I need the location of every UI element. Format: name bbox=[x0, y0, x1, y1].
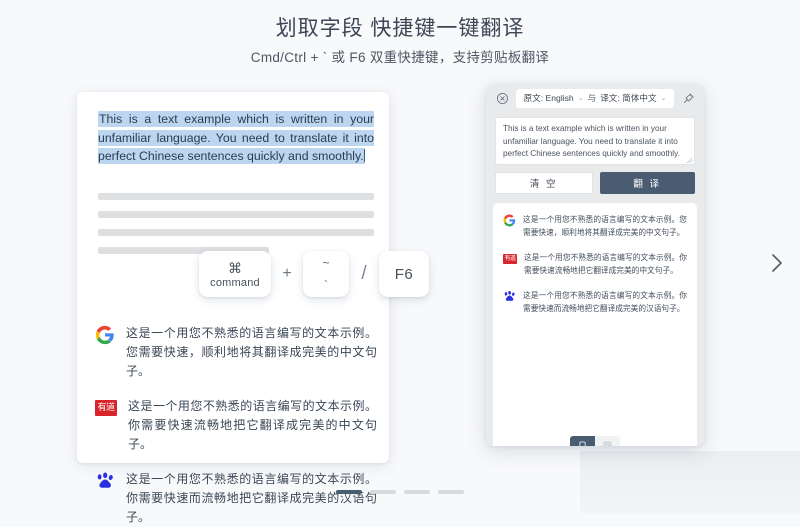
plus-separator: + bbox=[282, 265, 292, 282]
result-text: 这是一个用您不熟悉的语言编写的文本示例。您需要快速，顺利地将其翻译成完美的中文句… bbox=[126, 326, 377, 378]
key-command-label: command bbox=[210, 276, 260, 289]
baidu-logo-icon bbox=[503, 290, 516, 303]
popup-result-row-baidu: 这是一个用您不熟悉的语言编写的文本示例。你需要快速而流畅地把它翻译成完美的汉语句… bbox=[503, 290, 687, 315]
key-f6-label: F6 bbox=[394, 265, 414, 283]
popup-result-text: 这是一个用您不熟悉的语言编写的文本示例。您需要快速，顺利地将其翻译成完美的中文句… bbox=[523, 215, 687, 237]
google-logo-icon bbox=[503, 214, 516, 227]
page-subtitle: Cmd/Ctrl + ` 或 F6 双重快捷键，支持剪贴板翻译 bbox=[250, 50, 550, 65]
translate-button[interactable]: 翻 译 bbox=[599, 172, 695, 194]
language-conjunction: 与 bbox=[587, 93, 597, 103]
popup-result-text: 这是一个用您不熟悉的语言编写的文本示例。你需要快速流畅地把它翻译成完美的中文句子… bbox=[524, 253, 687, 275]
key-backtick[interactable]: ~ ` bbox=[303, 251, 349, 297]
showcase-stage: This is a text example which is written … bbox=[0, 78, 800, 524]
result-row-google: 这是一个用您不熟悉的语言编写的文本示例。您需要快速，顺利地将其翻译成完美的中文句… bbox=[95, 324, 377, 381]
popup-results-panel: 这是一个用您不熟悉的语言编写的文本示例。您需要快速，顺利地将其翻译成完美的中文句… bbox=[493, 203, 697, 446]
page-title: 划取字段 快捷键一键翻译 bbox=[275, 17, 525, 40]
source-text-input[interactable]: This is a text example which is written … bbox=[495, 117, 695, 165]
document-card: This is a text example which is written … bbox=[77, 92, 429, 524]
youdao-logo-icon: 有道 bbox=[503, 254, 517, 264]
youdao-logo-icon: 有道 bbox=[95, 400, 117, 416]
result-row-youdao: 有道 这是一个用您不熟悉的语言编写的文本示例。你需要快速流畅地把它翻译成完美的中… bbox=[95, 397, 377, 454]
key-command[interactable]: ⌘ command bbox=[199, 251, 271, 297]
popup-result-row-google: 这是一个用您不熟悉的语言编写的文本示例。您需要快速，顺利地将其翻译成完美的中文句… bbox=[503, 214, 687, 239]
popup-footer bbox=[493, 436, 697, 446]
selection-caret-end bbox=[363, 149, 365, 163]
window-icon[interactable] bbox=[595, 436, 620, 446]
translator-popup: 原文: English ⌄ 与 译文: 简体中文 ⌄ This is a tex… bbox=[486, 84, 704, 446]
popup-result-text: 这是一个用您不熟悉的语言编写的文本示例。你需要快速而流畅地把它翻译成完美的汉语句… bbox=[523, 291, 687, 313]
placeholder-line bbox=[98, 229, 374, 236]
pagination bbox=[0, 490, 800, 494]
popup-result-row-youdao: 有道 这是一个用您不熟悉的语言编写的文本示例。你需要快速流畅地把它翻译成完美的中… bbox=[503, 252, 687, 277]
placeholder-line bbox=[98, 193, 374, 200]
slash-separator: / bbox=[361, 263, 367, 284]
language-selector-bar[interactable]: 原文: English ⌄ 与 译文: 简体中文 ⌄ bbox=[516, 88, 674, 108]
result-text: 这是一个用您不熟悉的语言编写的文本示例。你需要快速而流畅地把它翻译成完美的汉语句… bbox=[126, 472, 377, 524]
pagination-dot-4[interactable] bbox=[438, 490, 464, 494]
popup-header: 原文: English ⌄ 与 译文: 简体中文 ⌄ bbox=[486, 84, 704, 112]
pagination-dot-1[interactable] bbox=[336, 490, 362, 494]
chevron-right-icon[interactable] bbox=[765, 248, 789, 278]
shortcut-key-group: ⌘ command + ~ ` / F6 bbox=[199, 251, 429, 297]
page-header: 划取字段 快捷键一键翻译 Cmd/Ctrl + ` 或 F6 双重快捷键，支持剪… bbox=[0, 0, 800, 68]
pagination-dot-2[interactable] bbox=[370, 490, 396, 494]
selection-highlight: This is a text example which is written … bbox=[98, 112, 374, 164]
command-glyph-icon: ⌘ bbox=[228, 259, 242, 276]
view-mode-toggle[interactable] bbox=[570, 436, 620, 446]
popup-action-buttons: 清 空 翻 译 bbox=[495, 172, 695, 194]
key-tilde-upper-label: ~ bbox=[322, 256, 330, 270]
result-text: 这是一个用您不熟悉的语言编写的文本示例。你需要快速流畅地把它翻译成完美的中文句子… bbox=[128, 399, 377, 451]
clear-button[interactable]: 清 空 bbox=[495, 172, 593, 194]
source-text-value: This is a text example which is written … bbox=[503, 124, 680, 159]
key-f6[interactable]: F6 bbox=[379, 251, 429, 297]
baidu-logo-icon bbox=[95, 471, 115, 491]
source-chevron-down-icon[interactable]: ⌄ bbox=[578, 94, 584, 102]
copy-icon[interactable] bbox=[570, 436, 595, 446]
google-logo-icon bbox=[95, 325, 115, 345]
pagination-dot-3[interactable] bbox=[404, 490, 430, 494]
target-language-label[interactable]: 译文: 简体中文 bbox=[600, 92, 656, 104]
close-icon[interactable] bbox=[494, 90, 510, 106]
document-selected-text[interactable]: This is a text example which is written … bbox=[98, 110, 374, 166]
result-row-baidu: 这是一个用您不熟悉的语言编写的文本示例。你需要快速而流畅地把它翻译成完美的汉语句… bbox=[95, 470, 377, 527]
target-chevron-down-icon[interactable]: ⌄ bbox=[661, 94, 667, 102]
backdrop-band bbox=[580, 451, 800, 513]
resize-handle-icon[interactable] bbox=[686, 156, 693, 164]
pin-icon[interactable] bbox=[680, 90, 696, 106]
placeholder-line bbox=[98, 211, 374, 218]
document-results-list: 这是一个用您不熟悉的语言编写的文本示例。您需要快速，顺利地将其翻译成完美的中文句… bbox=[95, 324, 377, 527]
source-language-label[interactable]: 原文: English bbox=[524, 92, 574, 104]
key-tilde-lower-label: ` bbox=[324, 278, 328, 292]
